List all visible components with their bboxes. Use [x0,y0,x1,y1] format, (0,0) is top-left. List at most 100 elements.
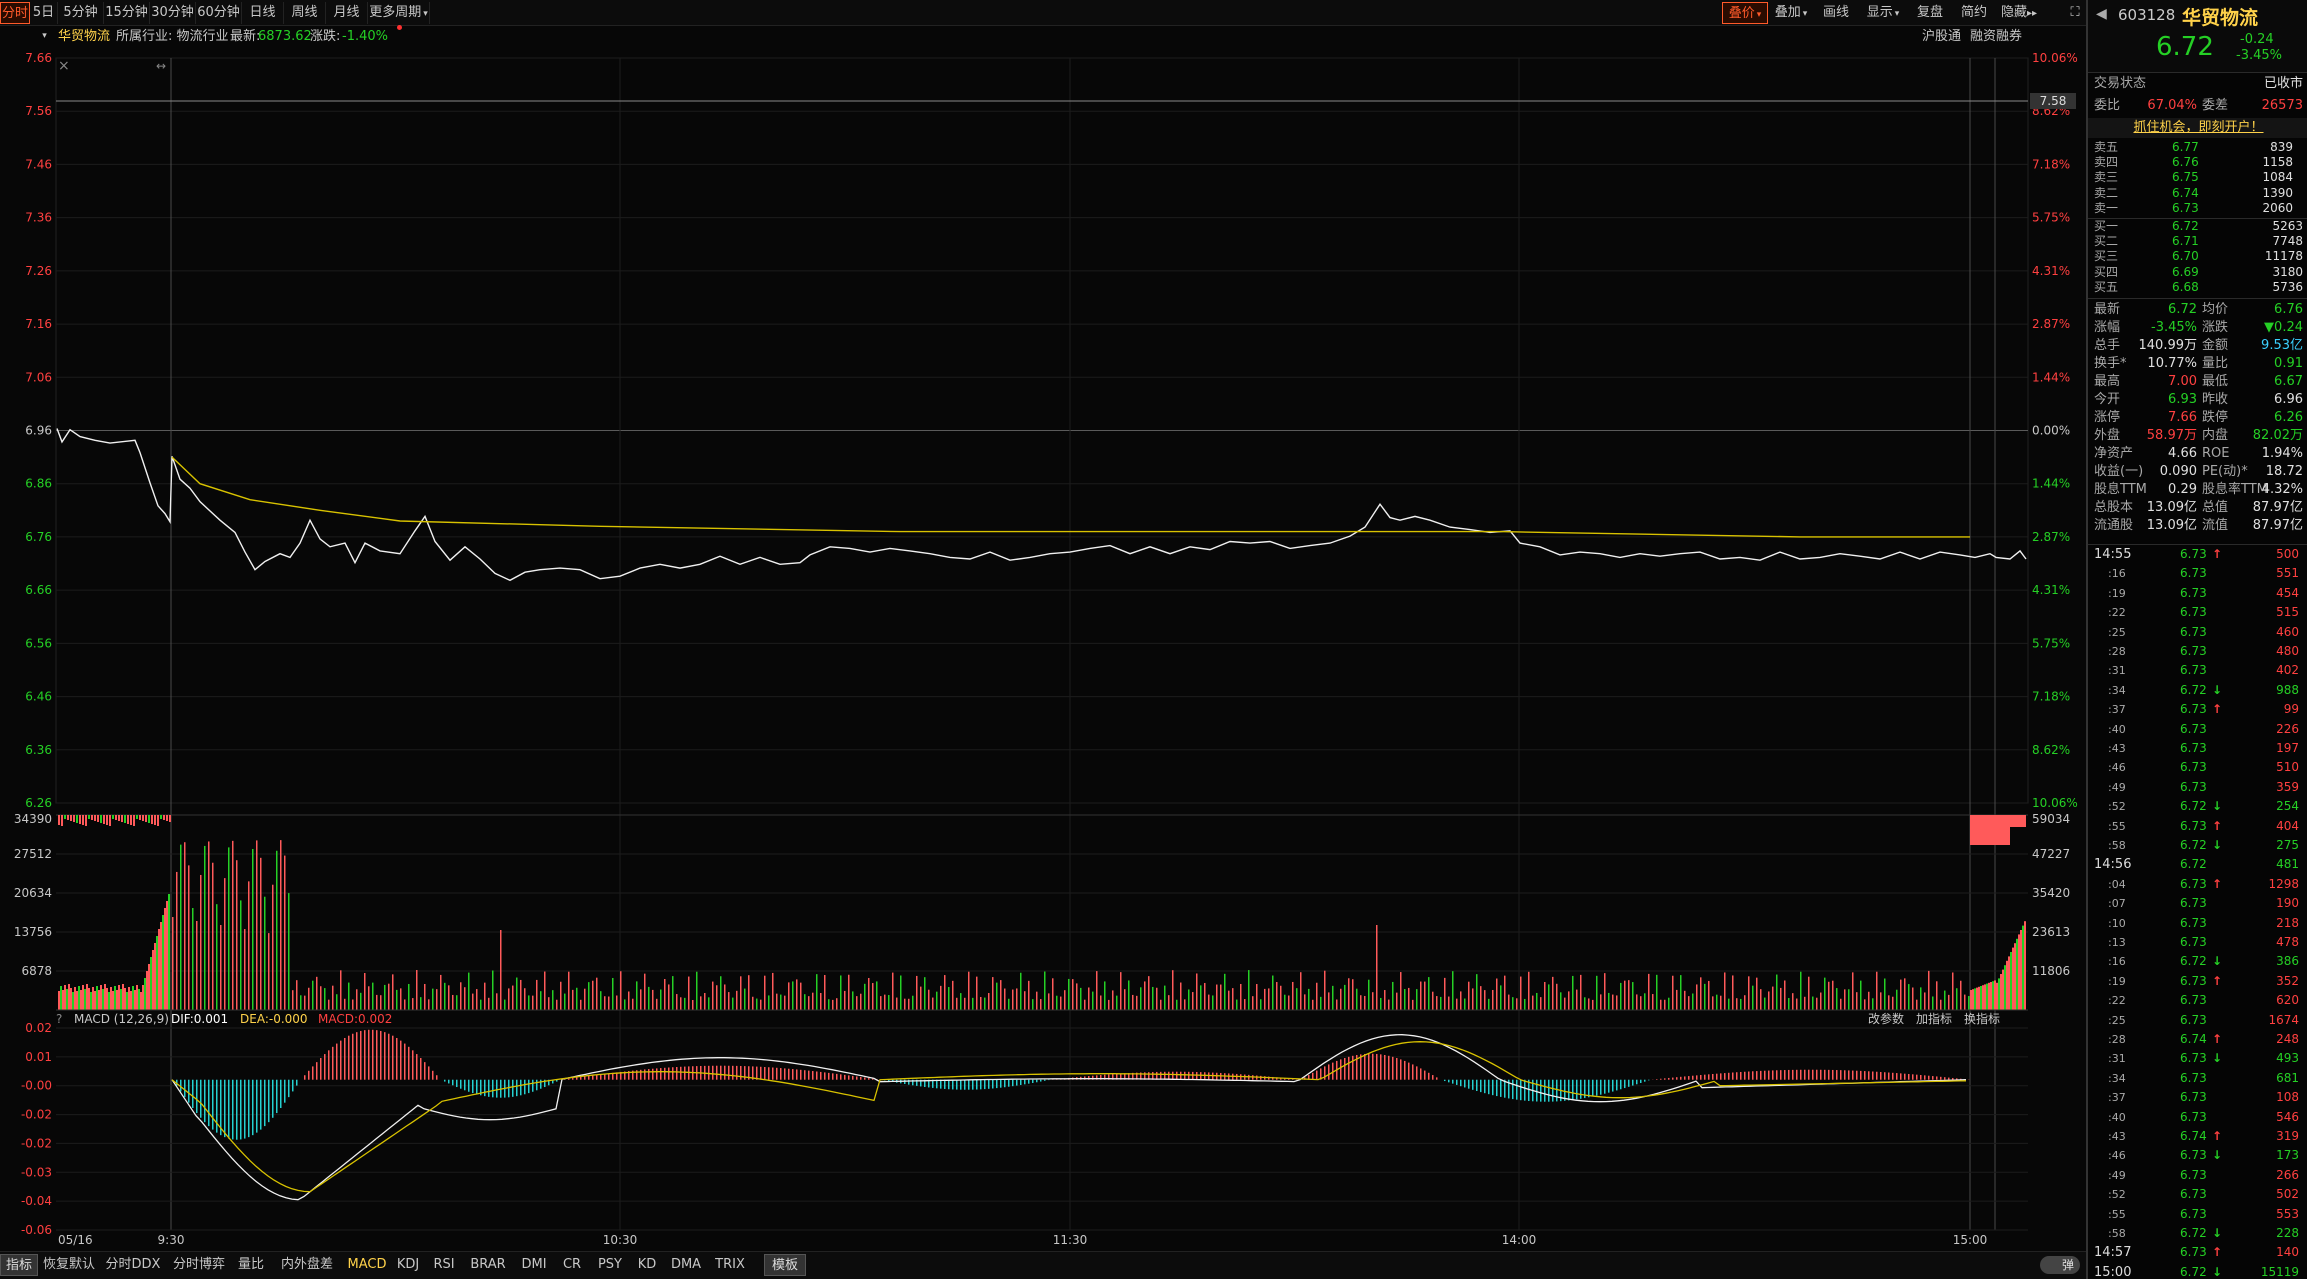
volume-bar [64,985,66,1010]
tick-row[interactable]: :55 6.73 553 [2088,1205,2307,1224]
tick-row[interactable]: :49 6.73 266 [2088,1166,2307,1185]
volume-bar [1184,999,1186,1010]
bid-row[interactable]: 买二 6.71 7748 [2088,234,2307,249]
tick-row[interactable]: :25 6.73 460 [2088,623,2307,642]
popup-toggle[interactable]: 弹 [2040,1256,2080,1274]
auction-tick [2012,815,2014,827]
indicator-tab-8[interactable]: RSI [426,1254,462,1276]
volume-bar [592,980,594,1010]
indicator-tab-2[interactable]: 分时DDX [100,1254,166,1276]
indicator-tab-14[interactable]: DMA [664,1254,708,1276]
tick-row[interactable]: :58 6.72 ↓ 228 [2088,1224,2307,1243]
volume-bar [1008,998,1010,1010]
macd-bar [196,1079,198,1114]
ask-row[interactable]: 卖四 6.76 1158 [2088,155,2307,170]
indicator-tab-12[interactable]: PSY [590,1254,630,1276]
macd-close-icon[interactable]: ? [56,1010,62,1028]
indicator-tab-3[interactable]: 分时博弈 [166,1254,232,1276]
tick-row[interactable]: :43 6.74 ↑ 319 [2088,1127,2307,1146]
tick-row[interactable]: :28 6.74 ↑ 248 [2088,1030,2307,1049]
change-params-button[interactable]: 改参数 [1868,1010,1904,1028]
volume-bar [1408,987,1410,1010]
tick-row[interactable]: :25 6.73 1674 [2088,1011,2307,1030]
tick-row[interactable]: :28 6.73 480 [2088,642,2307,661]
tick-row[interactable]: :37 6.73 108 [2088,1088,2307,1107]
tick-volume: 173 [2276,1148,2299,1163]
macd-bar [372,1029,374,1080]
volume-bar [228,847,230,1010]
tick-row[interactable]: 14:57 6.73 ↑ 140 [2088,1243,2307,1262]
volume-bar [1340,988,1342,1010]
tick-row[interactable]: :19 6.73 ↑ 352 [2088,972,2307,991]
indicator-tab-0[interactable]: 指标 [0,1254,38,1276]
indicator-tab-6[interactable]: MACD [344,1254,390,1276]
macd-bar [720,1065,722,1080]
switch-indicator-button[interactable]: 换指标 [1964,1010,2000,1028]
volume-bar [1980,986,1982,1010]
volume-bar [1772,986,1774,1010]
tick-row[interactable]: :43 6.73 197 [2088,739,2307,758]
macd-bar [268,1079,270,1123]
tick-row[interactable]: :04 6.73 ↑ 1298 [2088,875,2307,894]
tick-row[interactable]: :22 6.73 515 [2088,603,2307,622]
tick-row[interactable]: :52 6.73 502 [2088,1185,2307,1204]
volume-bar [1668,997,1670,1010]
prev-stock-icon[interactable]: ◀ [2096,6,2107,22]
volume-bar [2018,934,2020,1010]
bid-row[interactable]: 买三 6.70 11178 [2088,249,2307,264]
indicator-tab-13[interactable]: KD [630,1254,664,1276]
tick-row[interactable]: :10 6.73 218 [2088,914,2307,933]
bid-row[interactable]: 买一 6.72 5263 [2088,219,2307,234]
tick-row[interactable]: 14:56 6.72 481 [2088,855,2307,874]
indicator-tab-10[interactable]: DMI [514,1254,554,1276]
macd-bar [1940,1076,1942,1080]
bid-row[interactable]: 买五 6.68 5736 [2088,280,2307,295]
charts-svg[interactable]: 7.66 10.06% 7.56 8.62% 7.46 7.18% 7.36 5.75% 7.2… [0,0,2086,1251]
ask-row[interactable]: 卖二 6.74 1390 [2088,186,2307,201]
tick-row[interactable]: :07 6.73 190 [2088,894,2307,913]
tick-row[interactable]: :31 6.73 ↓ 493 [2088,1049,2307,1068]
tick-row[interactable]: :52 6.72 ↓ 254 [2088,797,2307,816]
indicator-tab-1[interactable]: 恢复默认 [38,1254,100,1276]
open-account-link[interactable]: 抓住机会，即刻开户！ [2088,118,2307,138]
tick-row[interactable]: 14:55 6.73 ↑ 500 [2088,545,2307,564]
ask-row[interactable]: 卖三 6.75 1084 [2088,170,2307,185]
volume-bar [756,998,758,1010]
tick-row[interactable]: :58 6.72 ↓ 275 [2088,836,2307,855]
indicator-tab-4[interactable]: 量比 [232,1254,270,1276]
tick-row[interactable]: :16 6.72 ↓ 386 [2088,952,2307,971]
indicator-tab-9[interactable]: BRAR [462,1254,514,1276]
volume-bar [1560,992,1562,1010]
indicator-tab-15[interactable]: TRIX [708,1254,752,1276]
ask-row[interactable]: 卖五 6.77 839 [2088,140,2307,155]
tick-row[interactable]: :37 6.73 ↑ 99 [2088,700,2307,719]
indicator-tab-11[interactable]: CR [554,1254,590,1276]
volume-bar [768,995,770,1010]
indicator-tab-7[interactable]: KDJ [390,1254,426,1276]
macd-bar [1768,1070,1770,1080]
tick-row[interactable]: :40 6.73 226 [2088,720,2307,739]
stat-value: 9.53亿 [2261,338,2303,353]
ask-row[interactable]: 卖一 6.73 2060 [2088,201,2307,216]
tick-row[interactable]: :46 6.73 510 [2088,758,2307,777]
indicator-tab-5[interactable]: 内外盘差 [270,1254,344,1276]
close-icon[interactable]: × [58,58,70,74]
tick-row[interactable]: :19 6.73 454 [2088,584,2307,603]
tick-row[interactable]: :40 6.73 546 [2088,1108,2307,1127]
indicator-tab-16[interactable]: 模板 [764,1254,806,1276]
tick-row[interactable]: :49 6.73 359 [2088,778,2307,797]
tick-row[interactable]: :22 6.73 620 [2088,991,2307,1010]
volume-bar [1732,975,1734,1010]
add-indicator-button[interactable]: 加指标 [1916,1010,1952,1028]
volume-bar [1044,971,1046,1010]
tick-row[interactable]: :46 6.73 ↓ 173 [2088,1146,2307,1165]
tick-row[interactable]: :16 6.73 551 [2088,564,2307,583]
bid-row[interactable]: 买四 6.69 3180 [2088,265,2307,280]
tick-row[interactable]: 15:00 6.72 ↓ 15119 [2088,1263,2307,1279]
tick-row[interactable]: :31 6.73 402 [2088,661,2307,680]
tick-row[interactable]: :34 6.73 681 [2088,1069,2307,1088]
resize-icon[interactable]: ↔ [156,59,166,73]
tick-row[interactable]: :34 6.72 ↓ 988 [2088,681,2307,700]
tick-row[interactable]: :55 6.73 ↑ 404 [2088,817,2307,836]
tick-row[interactable]: :13 6.73 478 [2088,933,2307,952]
